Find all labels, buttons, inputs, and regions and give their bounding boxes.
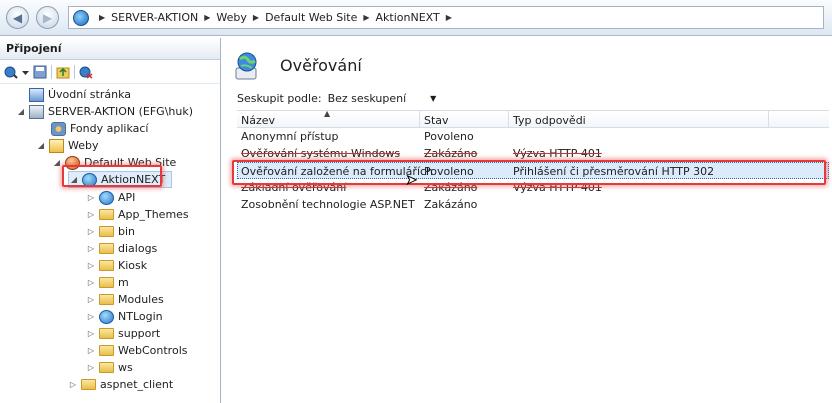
tree-item-app-themes[interactable]: ▷ App_Themes [86,206,189,223]
breadcrumb-item-server[interactable]: SERVER-AKTION [111,11,198,24]
connections-toolbar [0,60,220,84]
breadcrumb-item-default-site[interactable]: Default Web Site [265,11,357,24]
tree-item-bin[interactable]: ▷ bin [86,223,135,240]
group-by-select[interactable]: Bez seskupení [328,92,407,105]
expand-icon[interactable]: ▷ [86,210,96,219]
expand-icon[interactable]: ▷ [86,278,96,287]
application-icon [99,190,114,205]
breadcrumb: ▶ SERVER-AKTION ▶ Weby ▶ Default Web Sit… [93,11,458,24]
expand-icon[interactable]: ▷ [86,346,96,355]
column-header-status[interactable]: Stav [424,114,449,127]
app-pool-icon [51,121,66,136]
highlight-box-row [232,160,826,185]
connections-header: Připojení [0,38,220,60]
dropdown-arrow-icon[interactable] [22,65,29,79]
server-icon [29,104,44,119]
tree-item-dialogs[interactable]: ▷ dialogs [86,240,157,257]
grid-header: Název ▲ Stav Typ odpovědi [237,109,829,128]
chevron-right-icon: ▶ [252,13,260,22]
folder-icon [99,277,114,288]
folder-icon [99,226,114,237]
column-header-name[interactable]: Název [241,114,275,127]
arrow-right-icon: ▶ [42,10,53,25]
folder-icon [99,209,114,220]
globe-icon [73,9,89,26]
address-bar-area: ◀ ▶ ▶ SERVER-AKTION ▶ Weby ▶ Default Web… [0,0,832,36]
folder-icon [99,243,114,254]
expand-icon[interactable]: ▷ [86,244,96,253]
folder-icon [99,294,114,305]
tree-item-start-page[interactable]: Úvodní stránka [16,86,131,103]
tree-item-m[interactable]: ▷ m [86,274,129,291]
expand-icon[interactable]: ▷ [68,380,78,389]
home-icon [29,87,44,102]
expand-icon[interactable]: ▷ [86,363,96,372]
breadcrumb-item-sites[interactable]: Weby [216,11,247,24]
sites-icon [49,138,64,153]
tree-item-ntlogin[interactable]: ▷ NTLogin [86,308,163,325]
address-box[interactable]: ▶ SERVER-AKTION ▶ Weby ▶ Default Web Sit… [68,6,824,29]
tree-item-ws[interactable]: ▷ ws [86,359,133,376]
expand-icon[interactable]: ▷ [86,329,96,338]
group-by-label: Seskupit podle: [237,92,322,105]
tree-item-modules[interactable]: ▷ Modules [86,291,164,308]
collapse-icon[interactable]: ◢ [52,158,62,167]
expand-icon[interactable]: ▷ [86,312,96,321]
tree-item-sites[interactable]: ◢ Weby [36,137,99,154]
toolbar-divider [51,64,52,79]
dropdown-arrow-icon[interactable]: ▼ [430,94,436,103]
folder-icon [99,345,114,356]
connections-pane: Připojení Úvodní stránka ◢ SERVER-AKTION… [0,38,221,403]
chevron-right-icon[interactable]: ▶ [446,13,452,22]
collapse-icon[interactable]: ◢ [16,107,26,116]
sort-ascending-icon: ▲ [324,109,331,118]
tree-item-app-pools[interactable]: Fondy aplikací [38,120,148,137]
application-icon [99,309,114,324]
toolbar-divider [74,64,75,79]
disconnect-icon[interactable] [79,65,93,79]
highlight-box-tree [62,165,162,187]
folder-icon [99,328,114,339]
table-row[interactable]: Zosobnění technologie ASP.NET Zakázáno [237,196,829,213]
arrow-left-icon: ◀ [12,10,23,25]
forward-button[interactable]: ▶ [36,6,59,29]
save-icon[interactable] [33,65,47,79]
connect-icon[interactable] [4,65,18,79]
page-title: Ověřování [280,56,362,75]
breadcrumb-item-app[interactable]: AktionNEXT [376,11,440,24]
group-by-bar: Seskupit podle: Bez seskupení ▼ [237,92,436,105]
tree-item-aspnet-client[interactable]: ▷ aspnet_client [68,376,173,393]
folder-icon [99,260,114,271]
folder-icon [81,379,96,390]
expand-icon[interactable]: ▷ [86,227,96,236]
up-folder-icon[interactable] [56,65,70,79]
tree-item-api[interactable]: ▷ API [86,189,135,206]
tree-item-server[interactable]: ◢ SERVER-AKTION (EFG\huk) [16,103,193,120]
table-row[interactable]: Anonymní přístup Povoleno [237,128,829,145]
expand-icon[interactable]: ▷ [86,193,96,202]
expand-icon[interactable]: ▷ [86,261,96,270]
back-button[interactable]: ◀ [6,6,29,29]
authentication-icon [235,52,257,80]
main-pane: Ověřování Seskupit podle: Bez seskupení … [222,38,832,403]
mouse-cursor-icon: ➤ [406,173,418,189]
expand-icon[interactable]: ▷ [86,295,96,304]
tree-item-kiosk[interactable]: ▷ Kiosk [86,257,147,274]
collapse-icon[interactable]: ◢ [36,141,46,150]
tree-item-webcontrols[interactable]: ▷ WebControls [86,342,188,359]
tree-item-support[interactable]: ▷ support [86,325,160,342]
chevron-right-icon: ▶ [363,13,370,22]
column-header-response[interactable]: Typ odpovědi [513,114,586,127]
chevron-right-icon: ▶ [99,13,106,22]
folder-icon [99,362,114,373]
chevron-right-icon: ▶ [204,13,211,22]
